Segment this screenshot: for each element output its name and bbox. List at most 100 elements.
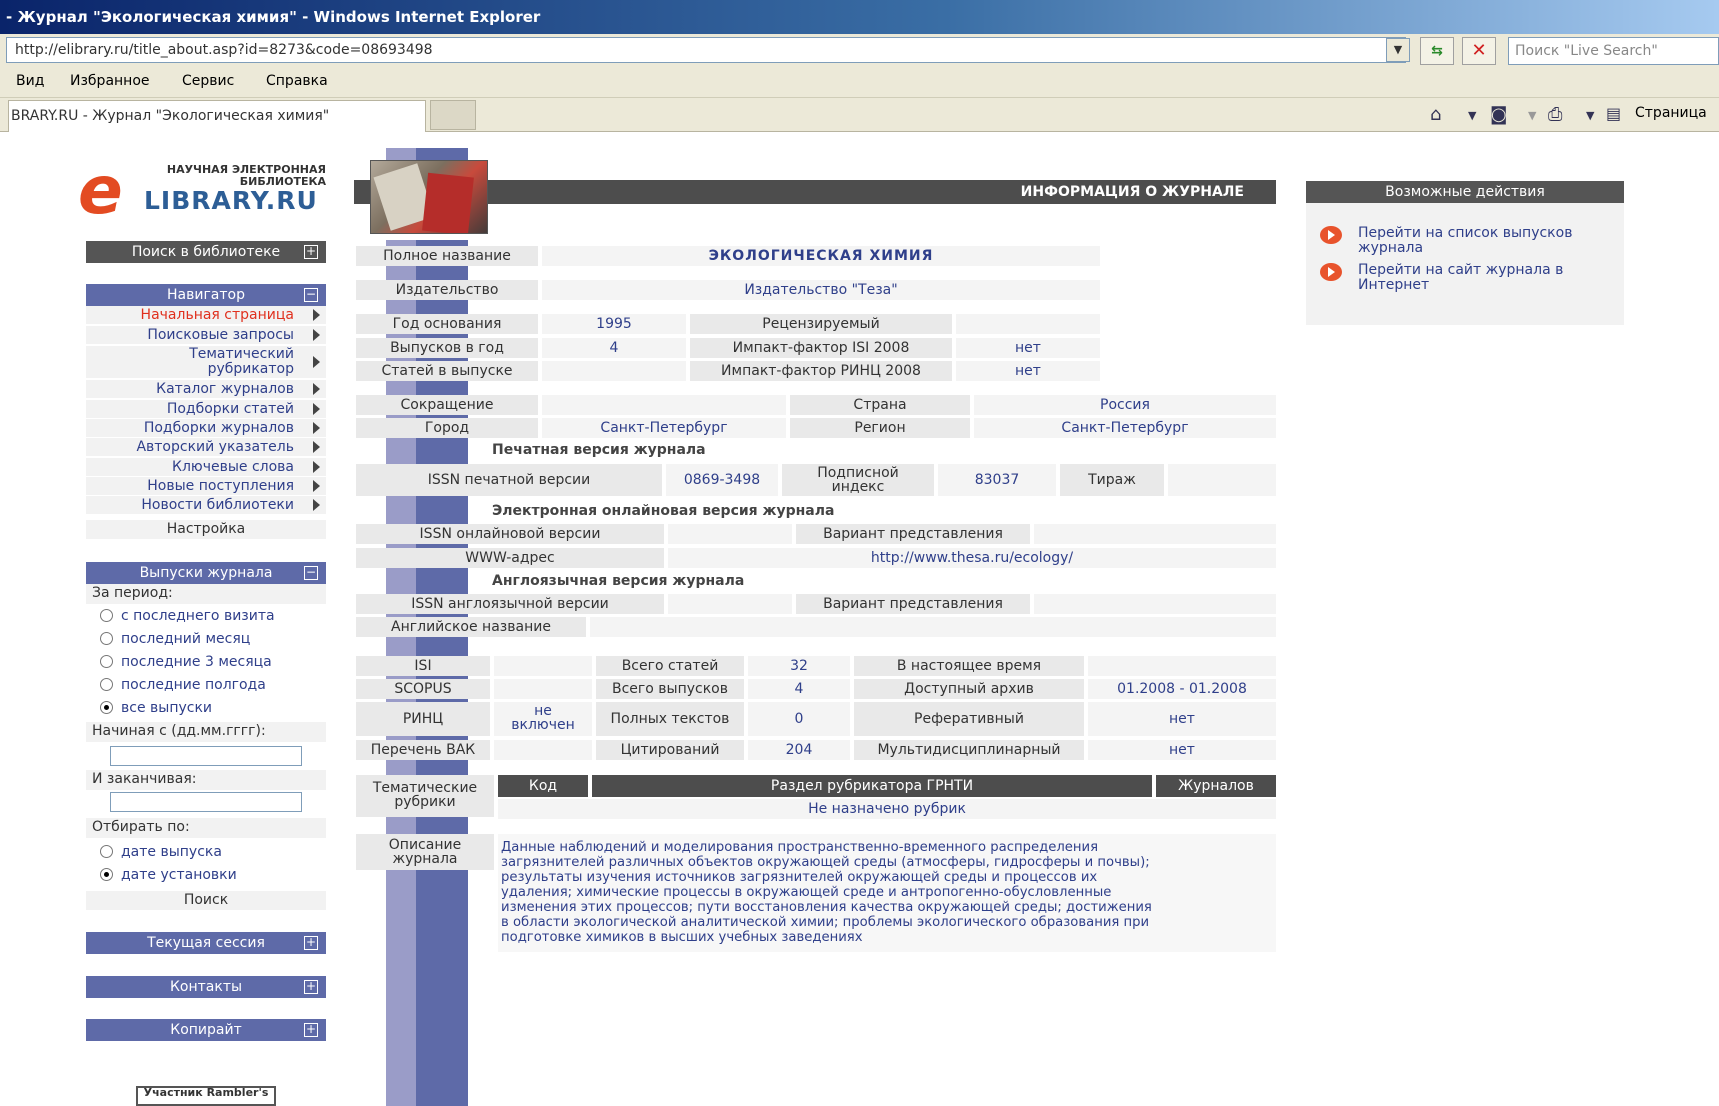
full-name-label: Полное название <box>356 246 538 266</box>
issues-per-year-value: 4 <box>542 338 686 358</box>
nav-journal-catalog[interactable]: Каталог журналов <box>86 380 326 398</box>
expand-icon[interactable]: + <box>304 1023 318 1037</box>
library-search-header[interactable]: Поиск в библиотеке + <box>86 241 326 263</box>
menu-help[interactable]: Справка <box>266 73 328 89</box>
variant2-label: Вариант представления <box>796 594 1030 614</box>
stats-fulltexts-label: Полных текстов <box>596 702 744 736</box>
city-label: Город <box>356 418 538 438</box>
collapse-icon[interactable]: − <box>304 288 318 302</box>
nav-keywords[interactable]: Ключевые слова <box>86 458 326 476</box>
arrow-right-icon <box>313 480 320 492</box>
action-journal-site[interactable]: Перейти на сайт журнала в Интернет <box>1320 263 1620 295</box>
print-icon[interactable]: ⎙ <box>1548 104 1562 125</box>
feeds-dropdown-icon[interactable]: ▼ <box>1528 109 1536 122</box>
menu-view[interactable]: Вид <box>16 73 44 89</box>
nav-new-arrivals[interactable]: Новые поступления <box>86 477 326 495</box>
sort-by-issue-date[interactable]: дате выпуска <box>100 844 222 860</box>
stats-total-issues-label: Всего выпусков <box>596 679 744 699</box>
nav-library-news[interactable]: Новости библиотеки <box>86 496 326 514</box>
window-title-bar: - Журнал "Экологическая химия" - Windows… <box>0 0 1719 34</box>
radio-icon[interactable] <box>100 678 113 691</box>
radio-selected-icon[interactable] <box>100 701 113 714</box>
menu-favorites[interactable]: Избранное <box>70 73 150 89</box>
action-issue-list[interactable]: Перейти на список выпусков журнала <box>1320 226 1620 258</box>
action-issue-list-text[interactable]: Перейти на список выпусков журнала <box>1358 226 1620 256</box>
issn-online-value <box>668 524 792 544</box>
home-icon[interactable]: ⌂ <box>1430 104 1441 125</box>
publisher-value[interactable]: Издательство "Теза" <box>542 280 1100 300</box>
live-search-input[interactable]: Поиск "Live Search" <box>1508 37 1719 65</box>
period-option-last-visit[interactable]: с последнего визита <box>100 608 275 624</box>
address-input[interactable]: http://elibrary.ru/title_about.asp?id=82… <box>6 37 1406 63</box>
nav-thematic-rubricator[interactable]: Тематический рубрикатор <box>86 346 326 378</box>
nav-article-collections[interactable]: Подборки статей <box>86 400 326 418</box>
variant2-value <box>1034 594 1276 614</box>
current-session-header[interactable]: Текущая сессия + <box>86 932 326 954</box>
end-date-input[interactable] <box>110 792 302 812</box>
arrow-circle-icon <box>1320 226 1342 244</box>
page-icon[interactable]: ▤ <box>1606 104 1621 123</box>
journal-issues-title: Выпуски журнала <box>139 565 273 581</box>
reviewed-value <box>956 314 1100 334</box>
stats-citations-value: 204 <box>748 740 850 760</box>
contacts-header[interactable]: Контакты + <box>86 976 326 998</box>
arrow-right-icon <box>313 403 320 415</box>
print-dropdown-icon[interactable]: ▼ <box>1586 109 1594 122</box>
page-menu-button[interactable]: Страница <box>1635 105 1707 121</box>
stats-fulltexts-value: 0 <box>748 702 850 736</box>
issues-search-button[interactable]: Поиск <box>86 891 326 910</box>
radio-selected-icon[interactable] <box>100 868 113 881</box>
tab-current[interactable]: BRARY.RU - Журнал "Экологическая химия" <box>8 100 426 132</box>
radio-icon[interactable] <box>100 632 113 645</box>
nav-home[interactable]: Начальная страница <box>86 306 326 324</box>
arrow-right-icon <box>313 383 320 395</box>
www-link[interactable]: http://www.thesa.ru/ecology/ <box>668 548 1276 568</box>
period-option-last-month[interactable]: последний месяц <box>100 631 250 647</box>
refresh-button[interactable]: ⇆ <box>1420 37 1454 65</box>
arrow-right-icon <box>313 441 320 453</box>
expand-icon[interactable]: + <box>304 245 318 259</box>
radio-icon[interactable] <box>100 655 113 668</box>
radio-icon[interactable] <box>100 609 113 622</box>
start-date-input[interactable] <box>110 746 302 766</box>
abbreviation-value <box>542 395 786 415</box>
feeds-icon[interactable]: ◙ <box>1490 104 1507 125</box>
action-journal-site-text[interactable]: Перейти на сайт журнала в Интернет <box>1358 263 1620 293</box>
navigator-title: Навигатор <box>167 287 245 303</box>
nav-author-index[interactable]: Авторский указатель <box>86 438 326 456</box>
city-value: Санкт-Петербург <box>542 418 786 438</box>
variant-value <box>1034 524 1276 544</box>
stop-button[interactable]: ✕ <box>1462 37 1496 65</box>
period-option-half-year[interactable]: последние полгода <box>100 677 266 693</box>
rubrics-col-section[interactable]: Раздел рубрикатора ГРНТИ <box>592 775 1152 797</box>
possible-actions-header: Возможные действия <box>1306 181 1624 203</box>
navigator-header[interactable]: Навигатор − <box>86 284 326 306</box>
expand-icon[interactable]: + <box>304 936 318 950</box>
journal-issues-header[interactable]: Выпуски журнала − <box>86 562 326 584</box>
rubrics-empty-row: Не назначено рубрик <box>498 799 1276 819</box>
rubrics-col-code[interactable]: Код <box>498 775 588 797</box>
elibrary-logo[interactable]: e НАУЧНАЯ ЭЛЕКТРОННАЯ БИБЛИОТЕКА LIBRARY… <box>78 158 328 224</box>
rambler-counter-badge[interactable]: Участник Rambler's <box>136 1086 276 1106</box>
sort-by-install-date[interactable]: дате установки <box>100 867 237 883</box>
nav-journal-collections[interactable]: Подборки журналов <box>86 419 326 437</box>
address-dropdown-button[interactable]: ▼ <box>1386 38 1410 62</box>
radio-icon[interactable] <box>100 845 113 858</box>
stats-current-label: В настоящее время <box>854 656 1084 676</box>
copyright-header[interactable]: Копирайт + <box>86 1019 326 1041</box>
rubrics-col-journals[interactable]: Журналов <box>1156 775 1276 797</box>
period-option-3-months[interactable]: последние 3 месяца <box>100 654 272 670</box>
menu-tools[interactable]: Сервис <box>182 73 234 89</box>
period-label: За период: <box>92 585 173 601</box>
nav-search-queries[interactable]: Поисковые запросы <box>86 326 326 344</box>
stats-db-scopus: SCOPUS <box>356 679 490 699</box>
abbreviation-label: Сокращение <box>356 395 538 415</box>
description-text: Данные наблюдений и моделирования простр… <box>501 840 1152 945</box>
period-option-all[interactable]: все выпуски <box>100 700 212 716</box>
home-dropdown-icon[interactable]: ▼ <box>1468 109 1476 122</box>
settings-link[interactable]: Настройка <box>86 520 326 539</box>
expand-icon[interactable]: + <box>304 980 318 994</box>
collapse-icon[interactable]: − <box>304 566 318 580</box>
new-tab-button[interactable] <box>430 100 476 130</box>
arrow-circle-icon <box>1320 263 1342 281</box>
